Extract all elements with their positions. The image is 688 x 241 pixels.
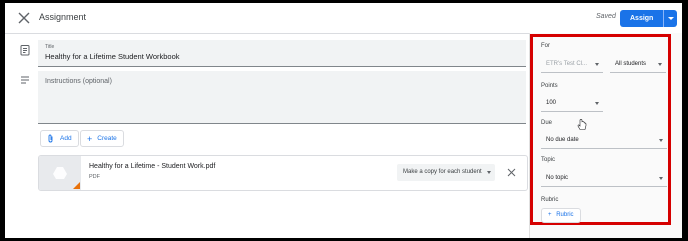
chevron-down-icon bbox=[659, 139, 663, 142]
chevron-down-icon bbox=[487, 171, 491, 174]
topic-label: Topic bbox=[541, 157, 556, 163]
chevron-down-icon bbox=[658, 63, 662, 66]
points-select[interactable]: 100 bbox=[541, 94, 603, 112]
class-value: ETR's Test Cl... bbox=[546, 61, 588, 67]
due-label: Due bbox=[541, 120, 553, 126]
chevron-down-icon bbox=[595, 102, 599, 105]
remove-attachment-icon[interactable] bbox=[507, 168, 516, 177]
add-rubric-button[interactable]: + Rubric bbox=[541, 208, 581, 223]
points-label: Points bbox=[541, 83, 558, 89]
assignment-icon bbox=[20, 45, 30, 56]
chevron-down-icon bbox=[659, 177, 663, 180]
points-value: 100 bbox=[546, 100, 557, 106]
students-value: All students bbox=[615, 61, 647, 67]
instructions-field[interactable]: Instructions (optional) bbox=[38, 71, 526, 124]
title-field[interactable]: Title Healthy for a Lifetime Student Wor… bbox=[38, 40, 526, 67]
header-bar: Assignment Saved Assign bbox=[5, 3, 682, 34]
notes-icon bbox=[21, 76, 29, 84]
plus-icon: + bbox=[87, 133, 93, 144]
rubric-label: Rubric bbox=[541, 197, 559, 203]
title-label: Title bbox=[45, 44, 55, 50]
add-label: Add bbox=[60, 135, 72, 142]
attachment-thumbnail bbox=[39, 156, 81, 190]
students-select[interactable]: All students bbox=[610, 55, 666, 73]
plus-icon: + bbox=[548, 212, 552, 218]
for-label: For bbox=[541, 43, 550, 49]
topic-value: No topic bbox=[546, 175, 569, 181]
create-label: Create bbox=[97, 135, 117, 142]
add-button[interactable]: Add bbox=[40, 130, 79, 147]
due-select[interactable]: No due date bbox=[541, 131, 667, 149]
create-button[interactable]: + Create bbox=[80, 130, 124, 147]
class-select[interactable]: ETR's Test Cl... bbox=[541, 55, 603, 73]
hand-cursor-icon bbox=[577, 119, 587, 130]
assignment-form: Title Healthy for a Lifetime Student Wor… bbox=[38, 40, 528, 228]
attachment-type: PDF bbox=[89, 174, 100, 180]
attach-icon bbox=[48, 134, 53, 143]
saved-status: Saved bbox=[596, 13, 616, 20]
drive-icon bbox=[53, 167, 67, 179]
assign-dropdown-button[interactable] bbox=[663, 10, 678, 27]
share-option-value: Make a copy for each student bbox=[403, 169, 482, 175]
close-icon[interactable] bbox=[16, 10, 32, 26]
attachment-name: Healthy for a Lifetime - Student Work.pd… bbox=[89, 163, 216, 170]
instructions-placeholder: Instructions (optional) bbox=[45, 78, 112, 85]
rubric-button-label: Rubric bbox=[556, 212, 574, 218]
chevron-down-icon bbox=[595, 63, 599, 66]
topic-select[interactable]: No topic bbox=[541, 169, 667, 187]
page-title: Assignment bbox=[39, 12, 87, 22]
share-option-select[interactable]: Make a copy for each student bbox=[397, 164, 495, 181]
assign-button[interactable]: Assign bbox=[620, 10, 664, 27]
title-value: Healthy for a Lifetime Student Workbook bbox=[45, 52, 180, 61]
pdf-corner-mark bbox=[73, 182, 80, 189]
due-value: No due date bbox=[546, 137, 579, 143]
attachment-card[interactable]: Healthy for a Lifetime - Student Work.pd… bbox=[38, 155, 528, 191]
assign-button-group: Assign bbox=[620, 10, 678, 27]
